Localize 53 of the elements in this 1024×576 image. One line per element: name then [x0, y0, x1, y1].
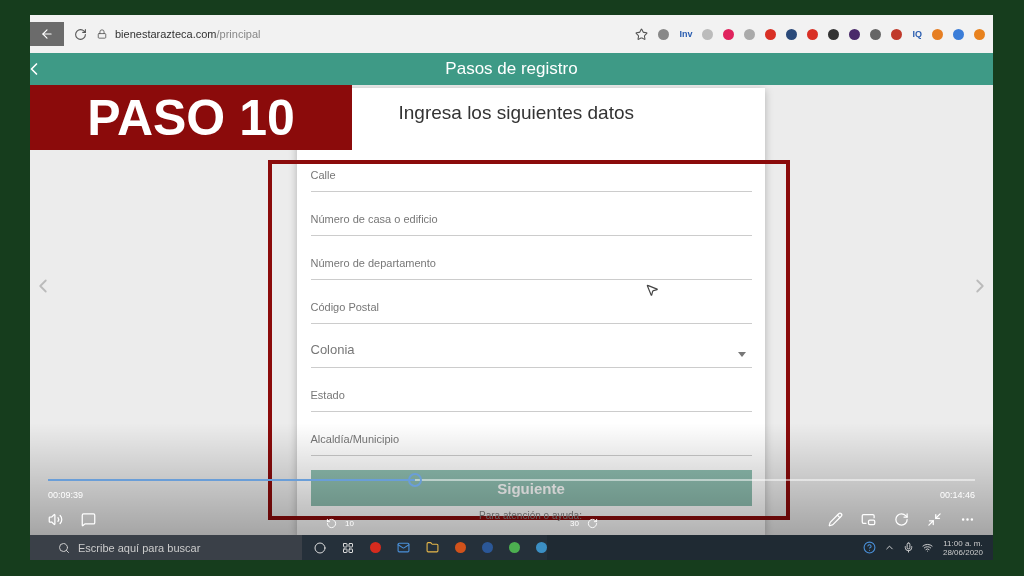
input-field[interactable]: Número de departamento	[310, 236, 752, 280]
wifi-icon[interactable]	[921, 542, 933, 553]
extension-icon[interactable]	[786, 28, 798, 40]
skip-back-label: 10	[345, 519, 354, 528]
help-text: Para atención o ayuda:	[478, 510, 583, 521]
step-label: PASO 10	[87, 88, 295, 147]
task-view-icon[interactable]	[342, 541, 354, 554]
captions-icon[interactable]	[81, 512, 96, 527]
clock-date: 28/06/2020	[942, 547, 983, 557]
card-title: Ingresa los siguientes datos	[398, 102, 636, 124]
microphone-icon[interactable]	[902, 542, 914, 553]
mail-icon[interactable]	[397, 541, 410, 554]
total-time: 00:14:46	[939, 490, 975, 500]
browser-app-icon[interactable]	[370, 542, 381, 553]
taskbar-search-field[interactable]: Escribe aquí para buscar	[30, 535, 302, 560]
app-icon[interactable]	[536, 542, 547, 553]
browser-app-icon[interactable]	[509, 542, 520, 553]
minimize-icon[interactable]	[927, 512, 942, 527]
star-icon[interactable]	[635, 27, 649, 41]
pencil-icon[interactable]	[828, 512, 843, 527]
extension-icon[interactable]	[828, 28, 840, 40]
caret-icon	[737, 352, 746, 357]
input-field[interactable]: Calle	[310, 164, 752, 192]
lock-icon	[97, 29, 107, 39]
input-field[interactable]: Estado	[310, 368, 752, 412]
folder-icon[interactable]	[426, 541, 439, 554]
skip-forward-icon[interactable]	[586, 518, 598, 529]
clock-time: 11:00 a. m.	[943, 538, 983, 548]
url-text: bienestarazteca.com/principal	[115, 28, 261, 40]
volume-icon[interactable]	[48, 512, 63, 527]
extension-icon[interactable]	[870, 28, 882, 40]
reload-icon[interactable]	[74, 27, 87, 41]
input-field[interactable]: Número de casa o edificio	[310, 192, 752, 236]
address-bar[interactable]: bienestarazteca.com/principal	[97, 28, 626, 40]
header-title: Pasos de registro	[445, 59, 578, 79]
cursor-icon	[645, 283, 659, 297]
rotate-icon[interactable]	[894, 512, 909, 527]
progress-thumb[interactable]	[408, 473, 423, 487]
select-field[interactable]: Colonia	[310, 324, 752, 368]
search-icon	[58, 541, 70, 554]
extension-icon[interactable]	[891, 28, 903, 40]
elapsed-time: 00:09:39	[48, 490, 84, 500]
input-field[interactable]: Alcaldía/Municipio	[310, 412, 752, 456]
extension-label[interactable]: IQ	[912, 29, 922, 39]
picture-in-picture-icon[interactable]	[861, 512, 876, 527]
extension-label[interactable]: Inv	[679, 29, 693, 39]
circle-icon[interactable]	[314, 541, 326, 554]
skip-back-icon[interactable]	[326, 518, 338, 529]
help-icon[interactable]	[862, 541, 876, 554]
extension-icon[interactable]	[849, 28, 861, 40]
app-icon[interactable]	[455, 542, 466, 553]
input-field[interactable]: Código Postal	[310, 280, 752, 324]
back-button[interactable]	[30, 22, 64, 46]
